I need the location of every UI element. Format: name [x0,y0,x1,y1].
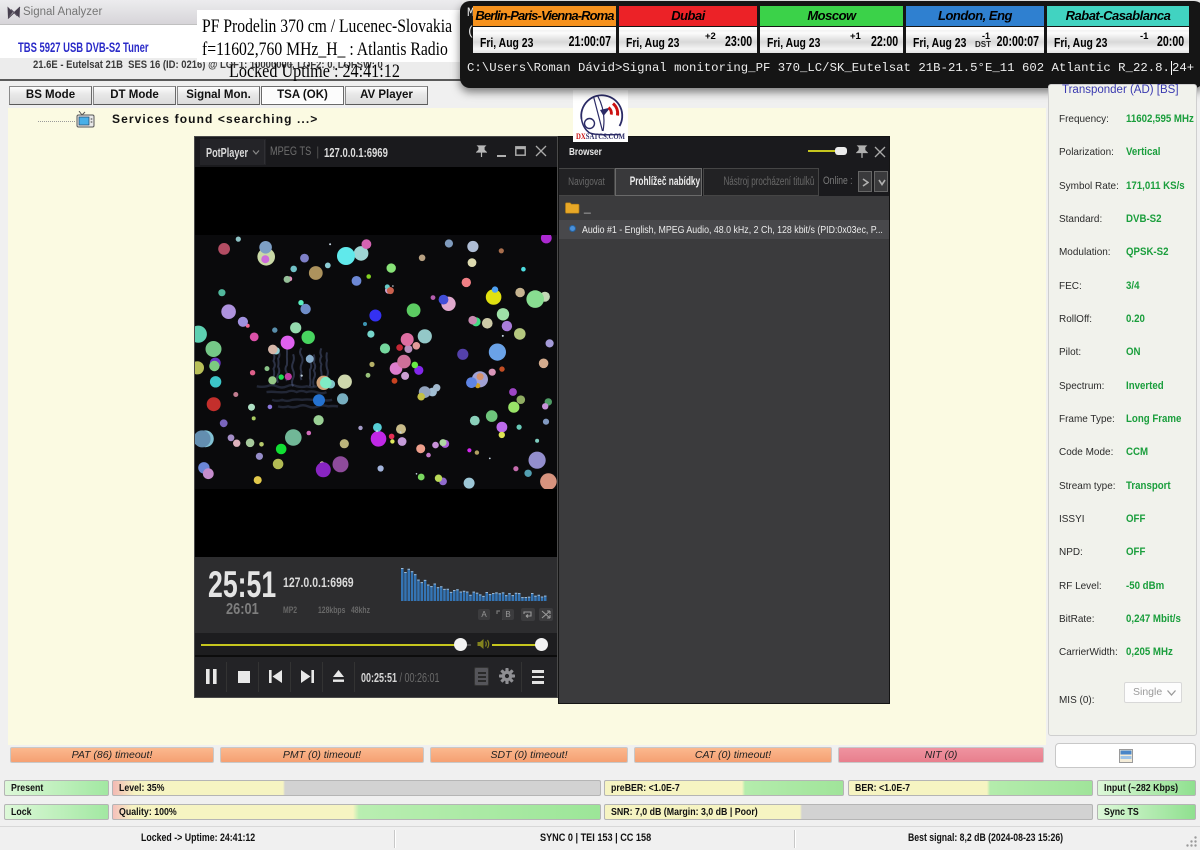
svg-text:DXSATCS.COM: DXSATCS.COM [576,131,625,141]
